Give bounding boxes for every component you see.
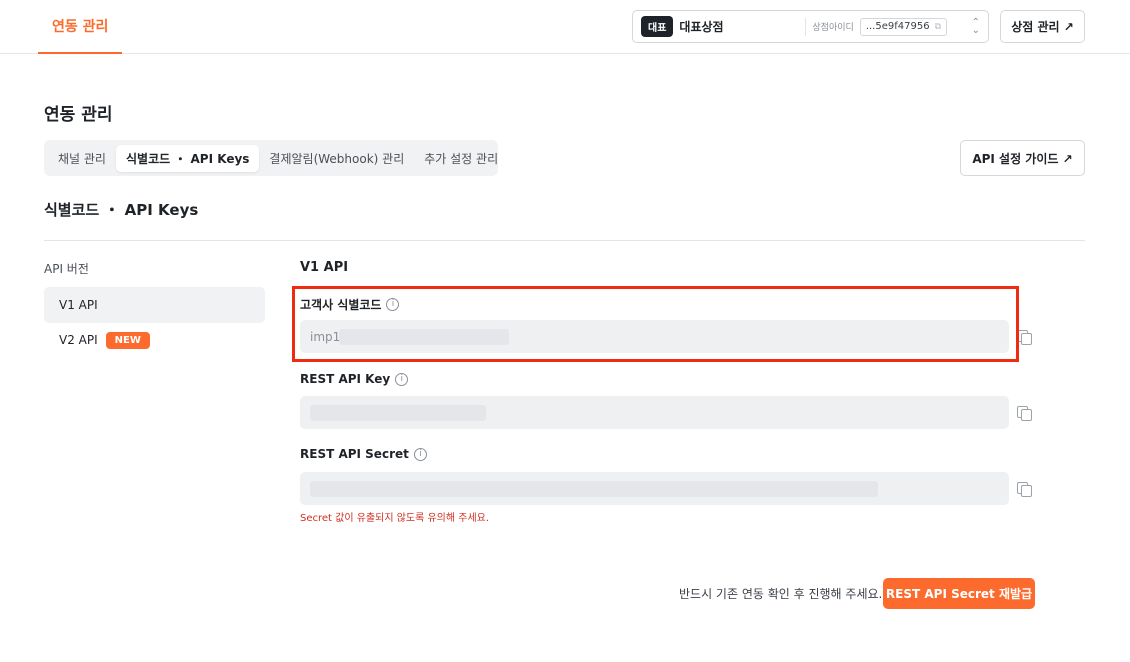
field-label-text: REST API Key [300, 372, 391, 386]
top-tab-integration[interactable]: 연동 관리 [38, 0, 123, 54]
api-title: V1 API [300, 260, 349, 275]
rest-api-secret-label: REST API Secret i [300, 447, 427, 461]
copy-icon[interactable]: ⧉ [935, 22, 941, 32]
rest-api-key-label: REST API Key i [300, 372, 409, 386]
manage-store-button[interactable]: 상점 관리 ↗ [1000, 10, 1085, 43]
api-version-label: API 버전 [44, 262, 89, 276]
info-icon[interactable]: i [395, 372, 409, 386]
nav-item-v1-api[interactable]: V1 API [44, 287, 265, 323]
nav-item-label: V1 API [59, 298, 98, 312]
new-badge: NEW [105, 331, 150, 349]
page-title: 연동 관리 [44, 105, 113, 125]
store-divider [805, 17, 807, 36]
section-title: 식별코드 ・ API Keys [44, 201, 199, 219]
section-divider [44, 240, 1085, 241]
store-selector[interactable]: 대표 대표상점 상점아이디 ...5e9f47956 ⧉ ⌃ ⌄ [632, 10, 989, 43]
copy-icon[interactable] [1016, 405, 1032, 421]
info-icon[interactable]: i [413, 447, 427, 461]
field-label-text: REST API Secret [300, 447, 409, 461]
store-name: 대표상점 [679, 20, 724, 34]
tab-api-keys[interactable]: 식별코드 ・ API Keys [115, 144, 260, 172]
rest-api-key-field[interactable] [300, 396, 1009, 429]
representative-badge: 대표 [641, 16, 674, 37]
store-id-value: ...5e9f47956 [865, 21, 930, 32]
nav-item-v2-api[interactable]: V2 API NEW [44, 322, 265, 358]
rest-api-secret-field[interactable] [300, 472, 1009, 505]
tab-bar: 채널 관리 식별코드 ・ API Keys 결제알림(Webhook) 관리 추… [44, 140, 498, 176]
store-id-box[interactable]: ...5e9f47956 ⧉ [859, 17, 947, 36]
chevron-up-down-icon: ⌃ ⌄ [971, 16, 980, 36]
copy-icon[interactable] [1016, 481, 1032, 497]
nav-item-label: V2 API [59, 333, 98, 347]
masked-value [310, 480, 878, 497]
reissue-secret-button[interactable]: REST API Secret 재발급 [883, 578, 1035, 609]
tab-channel-management[interactable]: 채널 관리 [48, 145, 116, 172]
store-id-label: 상점아이디 [812, 23, 854, 33]
tab-webhook[interactable]: 결제알림(Webhook) 관리 [259, 145, 414, 172]
tab-additional-settings[interactable]: 추가 설정 관리 [414, 145, 508, 172]
highlight-box [292, 286, 1019, 362]
secret-warning: Secret 값이 유출되지 않도록 유의해 주세요. [300, 513, 490, 524]
confirm-note: 반드시 기존 연동 확인 후 진행해 주세요. [679, 587, 883, 601]
top-bar: 연동 관리 대표 대표상점 상점아이디 ...5e9f47956 ⧉ ⌃ ⌄ 상점… [0, 0, 1130, 54]
masked-value [310, 404, 486, 421]
api-guide-button[interactable]: API 설정 가이드 ↗ [960, 140, 1085, 176]
